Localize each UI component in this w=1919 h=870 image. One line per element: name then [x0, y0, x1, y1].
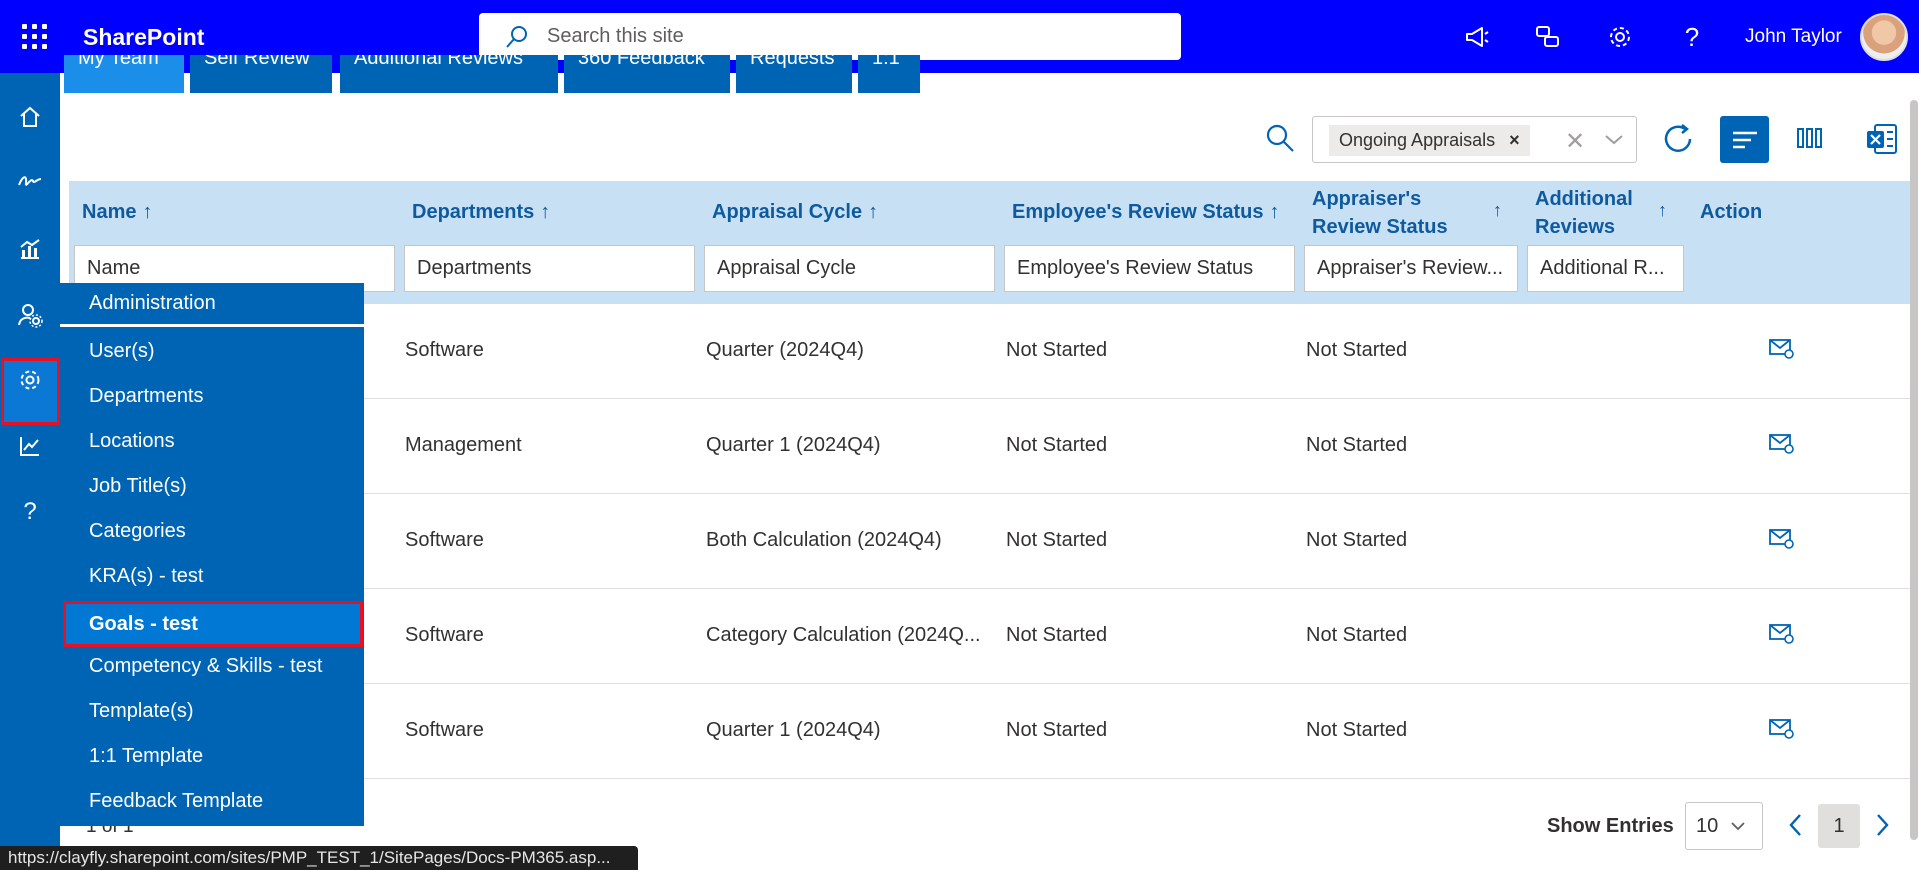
chevron-left-icon[interactable]: [1786, 812, 1806, 838]
cell-appraiser-status: Not Started: [1306, 624, 1408, 646]
cell-cycle: Both Calculation (2024Q4): [706, 529, 942, 551]
menu-item-departments[interactable]: Departments: [89, 385, 204, 408]
analytics-icon[interactable]: [10, 229, 50, 269]
menu-item-feedback-template[interactable]: Feedback Template: [89, 790, 263, 813]
menu-item-kras[interactable]: KRA(s) - test: [89, 565, 203, 588]
home-icon[interactable]: [10, 97, 50, 137]
sort-arrow-appraiser[interactable]: ↑: [1493, 200, 1502, 221]
gear-icon[interactable]: [10, 360, 50, 400]
cycle-filter-input[interactable]: Appraisal Cycle: [704, 245, 995, 292]
list-view-icon: [1732, 131, 1757, 148]
tab-requests[interactable]: Requests: [736, 55, 852, 93]
menu-item-locations[interactable]: Locations: [89, 430, 175, 453]
feedback-icon[interactable]: [1533, 22, 1563, 52]
cell-department: Software: [405, 529, 484, 551]
avatar[interactable]: [1860, 13, 1908, 61]
cell-appraiser-status: Not Started: [1306, 529, 1408, 551]
col-header-employee-status[interactable]: Employee's Review Status ↑: [1012, 198, 1280, 226]
col-header-appraiser-status[interactable]: Appraiser's Review Status: [1312, 185, 1448, 241]
employee-status-filter-input[interactable]: Employee's Review Status: [1004, 245, 1295, 292]
cell-department: Management: [405, 434, 522, 456]
col-header-departments[interactable]: Departments ↑: [412, 198, 550, 226]
cell-employee-status: Not Started: [1006, 529, 1108, 551]
cell-employee-status: Not Started: [1006, 434, 1108, 456]
menu-item-categories[interactable]: Categories: [89, 520, 186, 543]
send-mail-icon[interactable]: [1769, 718, 1795, 740]
menu-item-goals[interactable]: Goals - test: [63, 601, 363, 647]
administration-menu: Administration User(s) Departments Locat…: [60, 283, 364, 826]
cell-cycle: Quarter 1 (2024Q4): [706, 434, 881, 456]
menu-item-users[interactable]: User(s): [89, 340, 155, 363]
search-icon: [506, 25, 527, 48]
settings-icon[interactable]: [1605, 22, 1635, 52]
cell-employee-status: Not Started: [1006, 339, 1108, 361]
cell-cycle: Category Calculation (2024Q...: [706, 624, 981, 646]
app-name[interactable]: SharePoint: [83, 24, 204, 51]
tab-self-review[interactable]: Self Review: [190, 55, 332, 93]
additional-reviews-filter-input[interactable]: Additional R...: [1527, 245, 1684, 292]
chevron-down-icon: [1731, 822, 1745, 831]
tab-my-team[interactable]: My Team: [64, 55, 184, 93]
list-view-button[interactable]: [1720, 116, 1769, 163]
cell-appraiser-status: Not Started: [1306, 719, 1408, 741]
search-placeholder: Search this site: [547, 25, 684, 47]
sort-arrow-additional[interactable]: ↑: [1658, 200, 1667, 221]
tab-additional-reviews[interactable]: Additional Reviews: [340, 55, 558, 93]
col-header-additional-reviews[interactable]: Additional Reviews: [1535, 185, 1633, 241]
tab-one-on-one[interactable]: 1:1: [858, 55, 920, 93]
cell-employee-status: Not Started: [1006, 624, 1108, 646]
cell-appraiser-status: Not Started: [1306, 434, 1408, 456]
menu-item-one-on-one-template[interactable]: 1:1 Template: [89, 745, 203, 768]
user-name[interactable]: John Taylor: [1745, 26, 1842, 48]
search-box[interactable]: Search this site: [479, 13, 1181, 60]
send-mail-icon[interactable]: [1769, 338, 1795, 360]
megaphone-icon[interactable]: [1462, 22, 1492, 52]
excel-export-icon[interactable]: [1865, 122, 1899, 156]
appraisal-filter-dropdown[interactable]: Ongoing Appraisals × ✕: [1312, 116, 1637, 163]
status-url: https://clayfly.sharepoint.com/sites/PMP…: [0, 846, 638, 870]
signature-icon[interactable]: [10, 161, 50, 201]
filter-chip: Ongoing Appraisals ×: [1329, 125, 1530, 156]
col-header-name[interactable]: Name ↑: [82, 198, 152, 226]
cell-cycle: Quarter (2024Q4): [706, 339, 864, 361]
entries-value: 10: [1696, 814, 1719, 837]
menu-item-job-titles[interactable]: Job Title(s): [89, 475, 187, 498]
refresh-icon[interactable]: [1660, 121, 1696, 157]
app-launcher-icon[interactable]: [22, 24, 48, 50]
departments-filter-input[interactable]: Departments: [404, 245, 695, 292]
menu-item-templates[interactable]: Template(s): [89, 700, 193, 723]
cell-employee-status: Not Started: [1006, 719, 1108, 741]
chip-remove-icon[interactable]: ×: [1509, 130, 1520, 151]
entries-select[interactable]: 10: [1685, 802, 1763, 850]
page-number-button[interactable]: 1: [1818, 804, 1860, 848]
column-view-icon[interactable]: [1795, 124, 1825, 152]
col-header-appraisal-cycle[interactable]: Appraisal Cycle ↑: [712, 198, 878, 226]
cell-appraiser-status: Not Started: [1306, 339, 1408, 361]
col-header-action: Action: [1700, 201, 1763, 223]
menu-item-competency[interactable]: Competency & Skills - test: [89, 655, 322, 678]
help-rail-icon[interactable]: ?: [10, 492, 50, 532]
appraiser-status-filter-input[interactable]: Appraiser's Review...: [1304, 245, 1518, 292]
chevron-down-icon[interactable]: [1603, 127, 1625, 151]
cell-department: Software: [405, 624, 484, 646]
cell-department: Software: [405, 719, 484, 741]
cell-cycle: Quarter 1 (2024Q4): [706, 719, 881, 741]
user-admin-icon[interactable]: [10, 295, 50, 335]
tab-360-feedback[interactable]: 360 Feedback: [564, 55, 730, 93]
clear-filter-icon[interactable]: ✕: [1565, 127, 1585, 156]
menu-header: Administration: [60, 283, 364, 327]
trend-chart-icon[interactable]: [10, 426, 50, 466]
send-mail-icon[interactable]: [1769, 623, 1795, 645]
left-rail: ?: [0, 73, 60, 870]
vertical-scrollbar[interactable]: [1910, 100, 1918, 840]
table-search-icon[interactable]: [1265, 123, 1295, 153]
send-mail-icon[interactable]: [1769, 528, 1795, 550]
send-mail-icon[interactable]: [1769, 433, 1795, 455]
chevron-right-icon[interactable]: [1872, 812, 1892, 838]
help-icon[interactable]: ?: [1677, 22, 1707, 52]
cell-department: Software: [405, 339, 484, 361]
show-entries-label: Show Entries: [1547, 815, 1674, 837]
filter-chip-label: Ongoing Appraisals: [1339, 130, 1496, 150]
